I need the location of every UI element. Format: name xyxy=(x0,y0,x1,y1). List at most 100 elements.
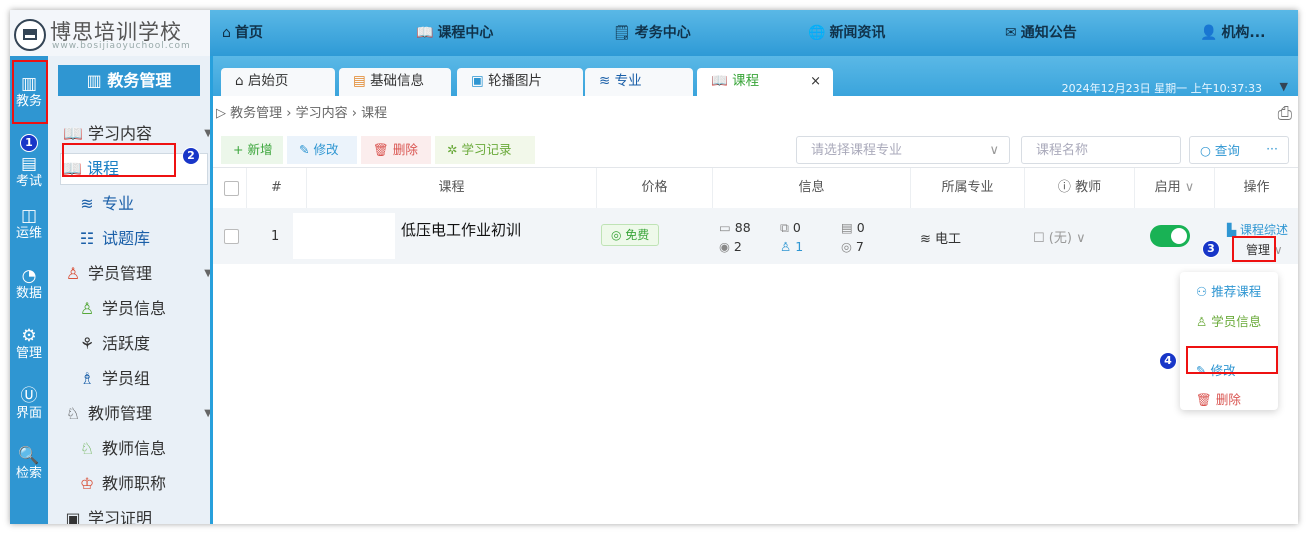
major-cell: ≋ 电工 xyxy=(920,232,962,247)
sidebar-item-question-bank[interactable]: ☷ 试题库 xyxy=(76,224,150,254)
query-button[interactable]: ○ 查询 ··· xyxy=(1189,136,1289,164)
home-icon: ⌂ xyxy=(222,25,231,41)
top-header: 博思培训学校 www.bosijiaoyuchool.com ⌂ 首页 📖 课程中心… xyxy=(10,10,1298,56)
select-all-cell xyxy=(213,168,247,208)
close-icon[interactable]: × xyxy=(810,68,821,95)
sidebar-item-student-info[interactable]: ♙ 学员信息 xyxy=(76,294,166,324)
sidebar-item-student-group[interactable]: ♗ 学员组 xyxy=(76,364,150,394)
trash-icon: 🗑 xyxy=(373,142,393,157)
chevron-down-icon[interactable]: ▼ xyxy=(1280,80,1288,93)
nav-course-center[interactable]: 📖 课程中心 xyxy=(416,10,493,56)
sidebar-group-student-mgmt[interactable]: ♙ 学员管理 ▼ xyxy=(62,259,212,289)
nav-notice[interactable]: ✉ 通知公告 xyxy=(1005,10,1077,56)
enable-toggle[interactable] xyxy=(1150,225,1190,247)
exam-icon: ▤ xyxy=(20,154,38,174)
col-course: 课程 xyxy=(307,168,597,208)
tab-major[interactable]: ≋ 专业 xyxy=(585,68,693,96)
manage-dropdown-menu: ⚇ 推荐课程 ♙ 学员信息 ✎ 修改 🗑 删除 xyxy=(1180,272,1278,410)
app-window: 博思培训学校 www.bosijiaoyuchool.com ⌂ 首页 📖 课程中心… xyxy=(10,10,1298,524)
menu-item-delete[interactable]: 🗑 删除 xyxy=(1180,388,1278,412)
add-button[interactable]: + 新增 xyxy=(221,136,283,164)
chevron-down-icon: ∨ xyxy=(1071,231,1086,246)
menu-divider xyxy=(1188,346,1270,347)
col-enabled[interactable]: 启用 ∨ xyxy=(1135,168,1215,208)
sidebar-group-learning-content[interactable]: 📖 学习内容 ▼ xyxy=(62,119,212,149)
course-name-input[interactable]: 课程名称 xyxy=(1021,136,1181,164)
course-thumbnail xyxy=(293,213,395,259)
select-all-checkbox[interactable] xyxy=(224,181,239,196)
info-videos: ▭ 88 xyxy=(719,220,751,235)
sidebar-item-teacher-title[interactable]: ♔ 教师职称 xyxy=(76,469,166,499)
book-icon: 📖 xyxy=(416,25,434,41)
nav-exam-center[interactable]: 🗒 考务中心 xyxy=(613,10,691,56)
sidebar-scrollbar[interactable] xyxy=(210,56,213,524)
col-price: 价格 xyxy=(597,168,713,208)
group-icon: ♗ xyxy=(79,369,95,388)
sidebar-item-activity[interactable]: ⚘ 活跃度 xyxy=(76,329,150,359)
teacher-select[interactable]: ☐ (无) ∨ xyxy=(1033,227,1086,246)
rail-item-ui[interactable]: Ⓤ 界面 xyxy=(10,386,48,422)
course-summary-link[interactable]: ▙ 课程综述 xyxy=(1227,221,1288,238)
bar-chart-icon: ▙ xyxy=(1227,223,1241,237)
pencil-icon: ✎ xyxy=(1196,363,1211,378)
tab-basic-info[interactable]: ▤ 基础信息 xyxy=(339,68,451,96)
search-icon: ○ xyxy=(1200,143,1215,158)
toolbar: + 新增 ✎ 修改 🗑 删除 ✲ 学习记录 请选择课程专业 ∨ 课程名称 ○ 查询… xyxy=(213,133,1298,167)
tab-start[interactable]: ⌂ 启始页 xyxy=(221,68,335,96)
sidebar-item-teacher-info[interactable]: ♘ 教师信息 xyxy=(76,434,166,464)
rail-item-ops[interactable]: ◫ 运维 xyxy=(10,206,48,242)
info-students[interactable]: ♙ 1 xyxy=(780,239,803,254)
row-checkbox[interactable] xyxy=(224,229,239,244)
nav-user-menu[interactable]: 👤 机构... xyxy=(1200,10,1265,56)
book-icon: 📖 xyxy=(62,159,82,178)
chevron-down-icon: ∨ xyxy=(1270,243,1283,257)
student-icon: ♙ xyxy=(65,264,81,283)
rail-item-data[interactable]: ◔ 数据 xyxy=(10,266,48,302)
certificate-icon: ▣ xyxy=(65,509,81,524)
menu-item-recommend[interactable]: ⚇ 推荐课程 xyxy=(1180,280,1278,304)
book-icon: 📖 xyxy=(63,124,83,143)
sidebar-group-certificate[interactable]: ▣ 学习证明 xyxy=(62,504,152,524)
menu-item-edit[interactable]: ✎ 修改 xyxy=(1180,359,1278,383)
major-select[interactable]: 请选择课程专业 ∨ xyxy=(796,136,1010,164)
module-rail: ▥ 教务 ▤ 考试 ◫ 运维 ◔ 数据 ⚙ 管理 Ⓤ 界面 🔍 检索 xyxy=(10,56,48,524)
sidebar-group-teacher-mgmt[interactable]: ♘ 教师管理 ▼ xyxy=(62,399,212,429)
course-title[interactable]: 低压电工作业初训 xyxy=(401,219,521,240)
printer-icon[interactable]: ⎙ xyxy=(1278,103,1292,124)
sidebar-item-major[interactable]: ≋ 专业 xyxy=(76,189,134,219)
layers-icon: ≋ xyxy=(80,194,94,213)
study-records-button[interactable]: ✲ 学习记录 xyxy=(435,136,535,164)
menu-item-student-info[interactable]: ♙ 学员信息 xyxy=(1180,310,1278,334)
rail-item-exam[interactable]: ▤ 考试 xyxy=(10,154,48,190)
price-badge: ◎ 免费 xyxy=(601,224,660,246)
manage-dropdown-button[interactable]: 管理 ∨ xyxy=(1246,241,1283,258)
tab-carousel[interactable]: ▣ 轮播图片 xyxy=(457,68,583,96)
more-icon: ··· xyxy=(1266,141,1278,156)
delete-button[interactable]: 🗑 删除 xyxy=(361,136,431,164)
trash-icon: 🗑 xyxy=(1196,392,1216,407)
user-icon: ♙ xyxy=(1196,314,1212,329)
nav-news[interactable]: 🌐 新闻资讯 xyxy=(808,10,885,56)
col-info: 信息 xyxy=(713,168,911,208)
books-icon: ▥ xyxy=(20,74,38,94)
table-header: # 课程 价格 信息 所属专业 ⓘ 教师 启用 ∨ 操作 xyxy=(213,167,1298,209)
breadcrumb-arrow-icon: ▷ xyxy=(216,106,231,121)
note-icon: ▤ xyxy=(841,220,857,235)
nav-home[interactable]: ⌂ 首页 xyxy=(222,10,263,56)
step-marker-4: 4 xyxy=(1159,352,1177,370)
teacher-icon: ♘ xyxy=(65,404,81,423)
copy-icon: ⧉ xyxy=(780,220,793,235)
edit-button[interactable]: ✎ 修改 xyxy=(287,136,357,164)
logo-subtitle: www.bosijiaoyuchool.com xyxy=(52,41,191,51)
checklist-icon: ☷ xyxy=(79,229,95,248)
rail-item-search[interactable]: 🔍 检索 xyxy=(10,446,48,482)
datetime-display: 2024年12月23日 星期一 上午10:37:33 xyxy=(1061,82,1262,95)
tab-course[interactable]: 📖 课程 × xyxy=(697,68,833,96)
rail-item-teaching[interactable]: ▥ 教务 xyxy=(10,74,48,110)
info-tests: ▤ 0 xyxy=(841,220,865,235)
image-icon: ▣ xyxy=(471,73,484,89)
help-circle-icon: ⓘ xyxy=(1057,180,1076,195)
rail-item-admin[interactable]: ⚙ 管理 xyxy=(10,326,48,362)
teacher-title-icon: ♔ xyxy=(79,474,95,493)
col-index: # xyxy=(247,168,307,208)
